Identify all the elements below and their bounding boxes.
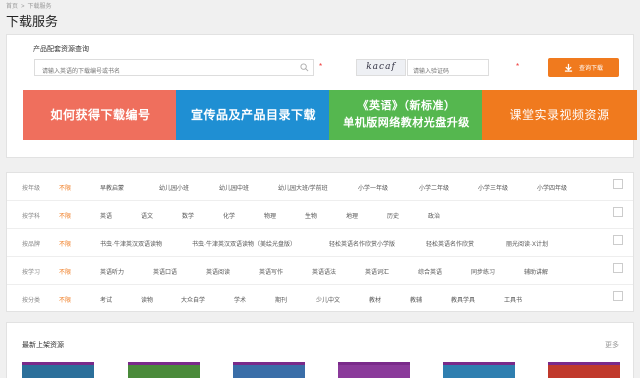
new-resources-title: 最新上架资源 [22, 342, 64, 349]
breadcrumb-current: 下载服务 [27, 4, 52, 10]
download-icon [564, 63, 573, 72]
filter-option[interactable]: 物理 [264, 211, 276, 220]
filter-row-study: 按学习 不限 英语听力 英语口语 英语阅读 英语写作 英语语法 英语词汇 综合英… [7, 257, 633, 285]
banner-catalog-download[interactable]: 宣传品及产品目录下载 [176, 90, 331, 140]
filter-label: 按品牌 [22, 242, 41, 248]
banner-label-line2: 单机版网络教材光盘升级 [343, 117, 470, 129]
filter-option[interactable]: 学术 [234, 295, 246, 304]
filter-option[interactable]: 地理 [346, 211, 358, 220]
filter-option[interactable]: 大众自学 [181, 295, 205, 304]
filter-option[interactable]: 英语 [100, 211, 112, 220]
filter-label: 按学科 [22, 214, 41, 220]
filter-row-category: 按分类 不限 考试 读物 大众自学 学术 期刊 少儿中文 教材 教辅 教具学具 … [7, 285, 633, 313]
filter-option[interactable]: 读物 [141, 295, 153, 304]
filter-option[interactable]: 幼儿园中班 [219, 183, 249, 192]
filter-all[interactable]: 不限 [59, 295, 71, 304]
filter-option[interactable]: 早教启蒙 [100, 183, 124, 192]
filter-expand-toggle[interactable] [613, 263, 623, 273]
filter-option[interactable]: 英语语法 [312, 267, 336, 276]
filter-option[interactable]: 考试 [100, 295, 112, 304]
captcha-field [407, 59, 489, 80]
filter-option[interactable]: 化学 [223, 211, 235, 220]
page-title: 下载服务 [6, 14, 59, 29]
query-download-button[interactable]: 查询下载 [548, 58, 619, 77]
banner-cd-upgrade[interactable]: 《英语》（新标准） 单机版网络教材光盘升级 [329, 90, 484, 140]
filter-option[interactable]: 历史 [387, 211, 399, 220]
banner-label: 宣传品及产品目录下载 [190, 107, 316, 122]
captcha-input[interactable] [408, 64, 486, 80]
filter-expand-toggle[interactable] [613, 291, 623, 301]
filter-option[interactable]: 轻松英语名作欣赏 [426, 239, 474, 248]
resource-thumbnail[interactable] [548, 362, 620, 378]
filter-option[interactable]: 丽光阅读·X计划 [506, 239, 548, 248]
filter-label: 按分类 [22, 298, 41, 304]
filter-all[interactable]: 不限 [59, 211, 71, 220]
filter-option[interactable]: 综合英语 [418, 267, 442, 276]
filter-option[interactable]: 英语写作 [259, 267, 283, 276]
new-resources-panel: 最新上架资源 更多 [6, 322, 634, 378]
banner-get-download-code[interactable]: 如何获得下载编号 [23, 90, 178, 140]
more-link[interactable]: 更多 [605, 340, 619, 350]
filter-option[interactable]: 小学三年级 [478, 183, 508, 192]
filter-expand-toggle[interactable] [613, 235, 623, 245]
breadcrumb-home[interactable]: 首页 [6, 4, 18, 10]
search-field [34, 59, 314, 80]
filter-option[interactable]: 工具书 [504, 295, 522, 304]
banner-classroom-video[interactable]: 课堂实录视频资源 [482, 90, 637, 140]
filter-option[interactable]: 生物 [305, 211, 317, 220]
filter-row-grade: 按年级 不限 早教启蒙 幼儿园小班 幼儿园中班 幼儿园大班/学前班 小学一年级 … [7, 173, 633, 201]
resource-thumbnail[interactable] [443, 362, 515, 378]
filter-option[interactable]: 数学 [182, 211, 194, 220]
filter-option[interactable]: 英语口语 [153, 267, 177, 276]
filter-option[interactable]: 英语听力 [100, 267, 124, 276]
filter-option[interactable]: 书虫·牛津英汉双语读物（美绘光盘版） [192, 239, 296, 248]
banner-label: 课堂实录视频资源 [509, 107, 610, 122]
filter-option[interactable]: 同步练习 [471, 267, 495, 276]
resource-thumbnail[interactable] [22, 362, 94, 378]
filter-option[interactable]: 幼儿园小班 [159, 183, 189, 192]
filter-label: 按学习 [22, 270, 41, 276]
filter-panel: 按年级 不限 早教启蒙 幼儿园小班 幼儿园中班 幼儿园大班/学前班 小学一年级 … [6, 172, 634, 312]
filter-row-brand: 按品牌 不限 书虫·牛津英汉双语读物 书虫·牛津英汉双语读物（美绘光盘版） 轻松… [7, 229, 633, 257]
filter-all[interactable]: 不限 [59, 239, 71, 248]
captcha-image[interactable]: kacaf [356, 59, 406, 76]
resource-thumbnail[interactable] [233, 362, 305, 378]
filter-all[interactable]: 不限 [59, 183, 71, 192]
filter-option[interactable]: 语文 [141, 211, 153, 220]
filter-option[interactable]: 幼儿园大班/学前班 [278, 183, 328, 192]
filter-option[interactable]: 书虫·牛津英汉双语读物 [100, 239, 162, 248]
filter-option[interactable]: 政治 [428, 211, 440, 220]
filter-option[interactable]: 小学二年级 [419, 183, 449, 192]
filter-option[interactable]: 小学四年级 [537, 183, 567, 192]
search-input[interactable] [35, 64, 290, 80]
search-panel: 产品配套资源查询 * kacaf * 查询下载 如何获得下载编号 宣 [6, 34, 637, 158]
filter-expand-toggle[interactable] [613, 179, 623, 189]
filter-option[interactable]: 英语阅读 [206, 267, 230, 276]
breadcrumb: 首页 > 下载服务 [6, 1, 55, 10]
filter-option[interactable]: 教辅 [410, 295, 422, 304]
filter-option[interactable]: 教材 [369, 295, 381, 304]
filter-option[interactable]: 期刊 [275, 295, 287, 304]
banner-label-line1: 《英语》（新标准） [357, 100, 456, 112]
filter-option[interactable]: 少儿中文 [316, 295, 340, 304]
search-title: 产品配套资源查询 [33, 46, 89, 53]
filter-row-subject: 按学科 不限 英语 语文 数学 化学 物理 生物 地理 历史 政治 [7, 201, 633, 229]
filter-label: 按年级 [22, 186, 41, 192]
page: 首页>下载服务 下载服务 产品配套资源查询 * kacaf * 查询下载 [0, 0, 640, 378]
banner-label: 如何获得下载编号 [50, 107, 151, 122]
filter-option[interactable]: 轻松英语名作欣赏小学版 [329, 239, 395, 248]
filter-option[interactable]: 小学一年级 [358, 183, 388, 192]
filter-expand-toggle[interactable] [613, 207, 623, 217]
query-download-label: 查询下载 [578, 66, 603, 72]
filter-option[interactable]: 教具学具 [451, 295, 475, 304]
resource-thumbnail[interactable] [338, 362, 410, 378]
filter-option[interactable]: 英语词汇 [365, 267, 389, 276]
search-icon[interactable] [300, 63, 309, 72]
filter-all[interactable]: 不限 [59, 267, 71, 276]
resource-thumbnail[interactable] [128, 362, 200, 378]
captcha-required-mark: * [516, 62, 520, 71]
filter-option[interactable]: 辅助讲解 [524, 267, 548, 276]
breadcrumb-separator: > [21, 4, 25, 10]
search-required-mark: * [319, 62, 323, 71]
